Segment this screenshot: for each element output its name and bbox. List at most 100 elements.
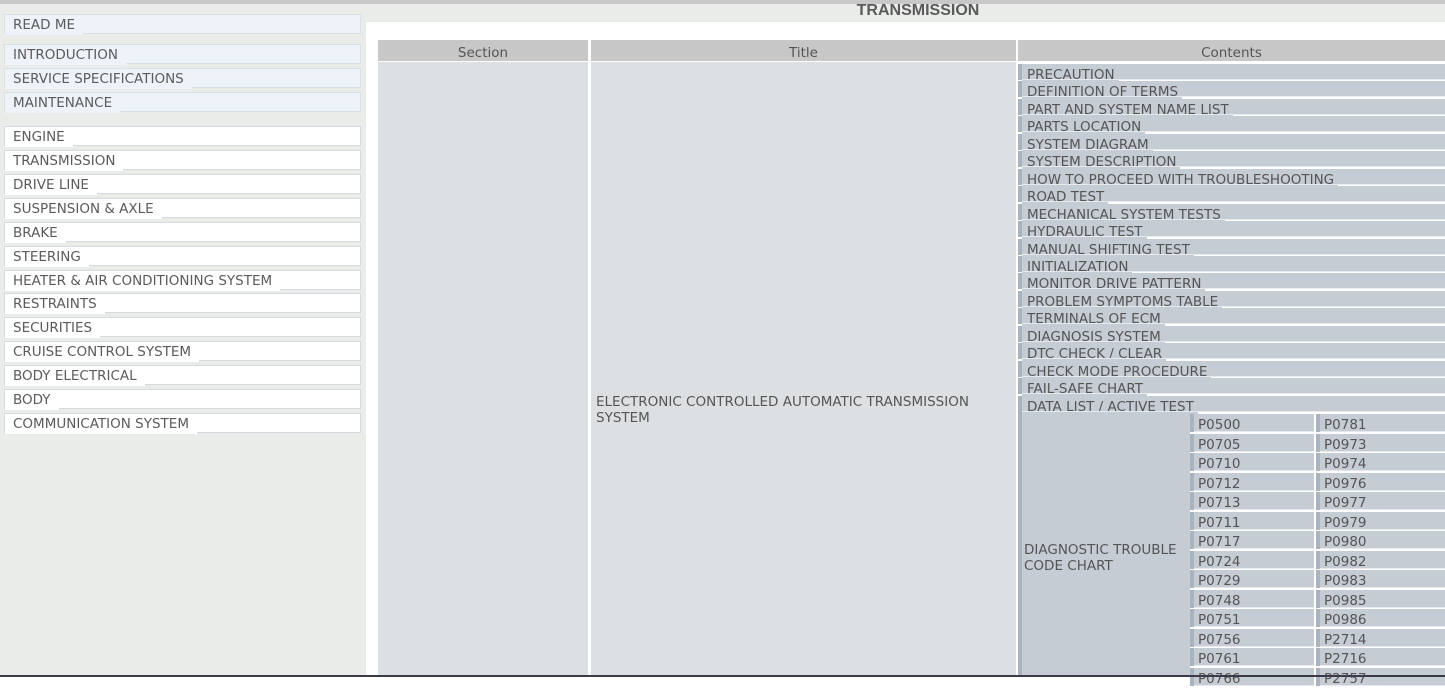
dtc-code-label: P0977 xyxy=(1324,495,1367,511)
sidebar-item-body-electrical[interactable]: BODY ELECTRICAL xyxy=(4,365,361,386)
sidebar-item-service-specifications[interactable]: SERVICE SPECIFICATIONS xyxy=(4,68,361,89)
sidebar-item-heater-air-conditioning-system[interactable]: HEATER & AIR CONDITIONING SYSTEM xyxy=(4,270,361,291)
row-divider xyxy=(1194,665,1314,666)
dtc-code-label: P0713 xyxy=(1198,495,1241,511)
row-divider xyxy=(1022,166,1445,168)
dtc-code-link[interactable]: P2716 xyxy=(1316,648,1445,667)
contents-link-problem-symptoms-table[interactable]: PROBLEM SYMPTOMS TABLE xyxy=(1018,290,1445,311)
sidebar-item-read-me[interactable]: READ ME xyxy=(4,14,361,35)
dtc-code-link[interactable]: P0500 xyxy=(1190,414,1314,433)
row-divider xyxy=(1022,358,1445,360)
dtc-code-link[interactable]: P0761 xyxy=(1190,648,1314,667)
contents-link-fail-safe-chart[interactable]: FAIL-SAFE CHART xyxy=(1018,378,1445,399)
row-divider xyxy=(1320,489,1445,491)
dtc-code-label: P0781 xyxy=(1324,417,1367,433)
row-divider xyxy=(1194,450,1314,452)
dtc-code-label: P0979 xyxy=(1324,514,1367,531)
dtc-code-link[interactable]: P0729 xyxy=(1190,570,1314,589)
dtc-code-link[interactable]: P0979 xyxy=(1316,511,1445,531)
sidebar-item-cruise-control-system[interactable]: CRUISE CONTROL SYSTEM xyxy=(4,341,361,362)
row-divider xyxy=(1320,645,1445,647)
contents-link-hydraulic-test[interactable]: HYDRAULIC TEST xyxy=(1018,221,1445,242)
contents-link-definition-of-terms[interactable]: DEFINITION OF TERMS xyxy=(1018,81,1445,102)
row-divider xyxy=(1022,113,1445,115)
sidebar-item-body[interactable]: BODY xyxy=(4,389,361,410)
dtc-code-link[interactable]: P0705 xyxy=(1190,433,1314,453)
contents-link-diagnosis-system[interactable]: DIAGNOSIS SYSTEM xyxy=(1018,325,1445,346)
contents-link-data-list-active-test[interactable]: DATA LIST / ACTIVE TEST xyxy=(1018,395,1445,416)
dtc-code-link[interactable]: P0751 xyxy=(1190,609,1314,628)
dtc-code-link[interactable]: P0977 xyxy=(1316,492,1445,511)
sidebar-item-communication-system[interactable]: COMMUNICATION SYSTEM xyxy=(4,413,361,434)
contents-link-road-test[interactable]: ROAD TEST xyxy=(1018,186,1445,207)
contents-link-manual-shifting-test[interactable]: MANUAL SHIFTING TEST xyxy=(1018,238,1445,259)
dtc-code-label: P0974 xyxy=(1324,456,1367,472)
contents-link-monitor-drive-pattern[interactable]: MONITOR DRIVE PATTERN xyxy=(1018,273,1445,294)
row-divider xyxy=(1194,684,1314,686)
dtc-chart-label: DIAGNOSTIC TROUBLE CODE CHART xyxy=(1024,542,1177,574)
dtc-code-label: P2716 xyxy=(1324,651,1367,667)
sidebar-item-engine[interactable]: ENGINE xyxy=(4,126,361,147)
dtc-code-label: P0748 xyxy=(1198,592,1241,609)
sidebar-item-transmission[interactable]: TRANSMISSION xyxy=(4,150,361,171)
dtc-code-label: P0986 xyxy=(1324,612,1367,628)
contents-link-system-description[interactable]: SYSTEM DESCRIPTION xyxy=(1018,151,1445,172)
dtc-code-link[interactable]: P0983 xyxy=(1316,570,1445,589)
sidebar-item-brake[interactable]: BRAKE xyxy=(4,222,361,243)
sidebar-item-drive-line[interactable]: DRIVE LINE xyxy=(4,174,361,195)
dtc-code-link[interactable]: P0976 xyxy=(1316,472,1445,492)
dtc-code-link[interactable]: P0711 xyxy=(1190,511,1314,531)
sidebar-item-restraints[interactable]: RESTRAINTS xyxy=(4,293,361,314)
dtc-code-label: P0724 xyxy=(1198,553,1241,570)
contents-cell: DIAGNOSTIC TROUBLE CODE CHART PRECAUTION… xyxy=(1018,62,1445,687)
dtc-code-link[interactable]: P0713 xyxy=(1190,492,1314,511)
contents-link-check-mode-procedure[interactable]: CHECK MODE PROCEDURE xyxy=(1018,360,1445,381)
contents-link-part-and-system-name-list[interactable]: PART AND SYSTEM NAME LIST xyxy=(1018,98,1445,119)
contents-link-terminals-of-ecm[interactable]: TERMINALS OF ECM xyxy=(1018,308,1445,329)
dtc-code-link[interactable]: P0724 xyxy=(1190,550,1314,570)
row-divider xyxy=(1320,587,1445,588)
sidebar-item-label: RESTRAINTS xyxy=(5,294,105,314)
row-divider xyxy=(1022,410,1445,412)
dtc-code-link[interactable]: P0974 xyxy=(1316,453,1445,472)
sidebar-item-steering[interactable]: STEERING xyxy=(4,246,361,267)
contents-link-mechanical-system-tests[interactable]: MECHANICAL SYSTEM TESTS xyxy=(1018,203,1445,224)
contents-link-system-diagram[interactable]: SYSTEM DIAGRAM xyxy=(1018,133,1445,154)
dtc-code-link[interactable]: P0748 xyxy=(1190,589,1314,609)
dtc-code-link[interactable]: P0980 xyxy=(1316,531,1445,550)
contents-link-how-to-proceed-with-troubleshooting[interactable]: HOW TO PROCEED WITH TROUBLESHOOTING xyxy=(1018,168,1445,189)
dtc-code-link[interactable]: P0985 xyxy=(1316,589,1445,609)
sidebar-item-label: COMMUNICATION SYSTEM xyxy=(5,414,197,434)
sidebar-item-label: READ ME xyxy=(5,15,84,35)
dtc-code-label: P0976 xyxy=(1324,475,1367,492)
sidebar-item-introduction[interactable]: INTRODUCTION xyxy=(4,44,361,65)
row-divider xyxy=(1022,131,1445,133)
header-section: Section xyxy=(378,40,588,61)
dtc-code-label: P0500 xyxy=(1198,417,1241,433)
sidebar-item-suspension-axle[interactable]: SUSPENSION & AXLE xyxy=(4,198,361,219)
contents-link-dtc-check-clear[interactable]: DTC CHECK / CLEAR xyxy=(1018,343,1445,364)
dtc-code-link[interactable]: P0982 xyxy=(1316,550,1445,570)
dtc-code-link[interactable]: P0973 xyxy=(1316,433,1445,453)
dtc-code-link[interactable]: P0717 xyxy=(1190,531,1314,550)
dtc-code-link[interactable]: P0712 xyxy=(1190,472,1314,492)
sidebar-item-maintenance[interactable]: MAINTENANCE xyxy=(4,92,361,113)
sidebar-item-label: BRAKE xyxy=(5,223,66,243)
page-title: TRANSMISSION xyxy=(856,2,980,19)
row-divider xyxy=(1022,323,1445,325)
row-divider xyxy=(1022,96,1445,98)
dtc-code-link[interactable]: P0986 xyxy=(1316,609,1445,628)
contents-link-initialization[interactable]: INITIALIZATION xyxy=(1018,255,1445,276)
row-divider xyxy=(1022,340,1445,342)
dtc-code-link[interactable]: P0756 xyxy=(1190,628,1314,648)
contents-link-precaution[interactable]: PRECAUTION xyxy=(1018,64,1445,84)
dtc-code-link[interactable]: P0710 xyxy=(1190,453,1314,472)
dtc-code-label: P0985 xyxy=(1324,592,1367,609)
dtc-code-link[interactable]: P2714 xyxy=(1316,628,1445,648)
row-divider xyxy=(1194,606,1314,608)
dtc-code-label: P0729 xyxy=(1198,573,1241,589)
dtc-code-link[interactable]: P0781 xyxy=(1316,414,1445,433)
sidebar-item-securities[interactable]: SECURITIES xyxy=(4,317,361,338)
contents-link-parts-location[interactable]: PARTS LOCATION xyxy=(1018,116,1445,137)
dtc-code-label: P0761 xyxy=(1198,651,1241,667)
